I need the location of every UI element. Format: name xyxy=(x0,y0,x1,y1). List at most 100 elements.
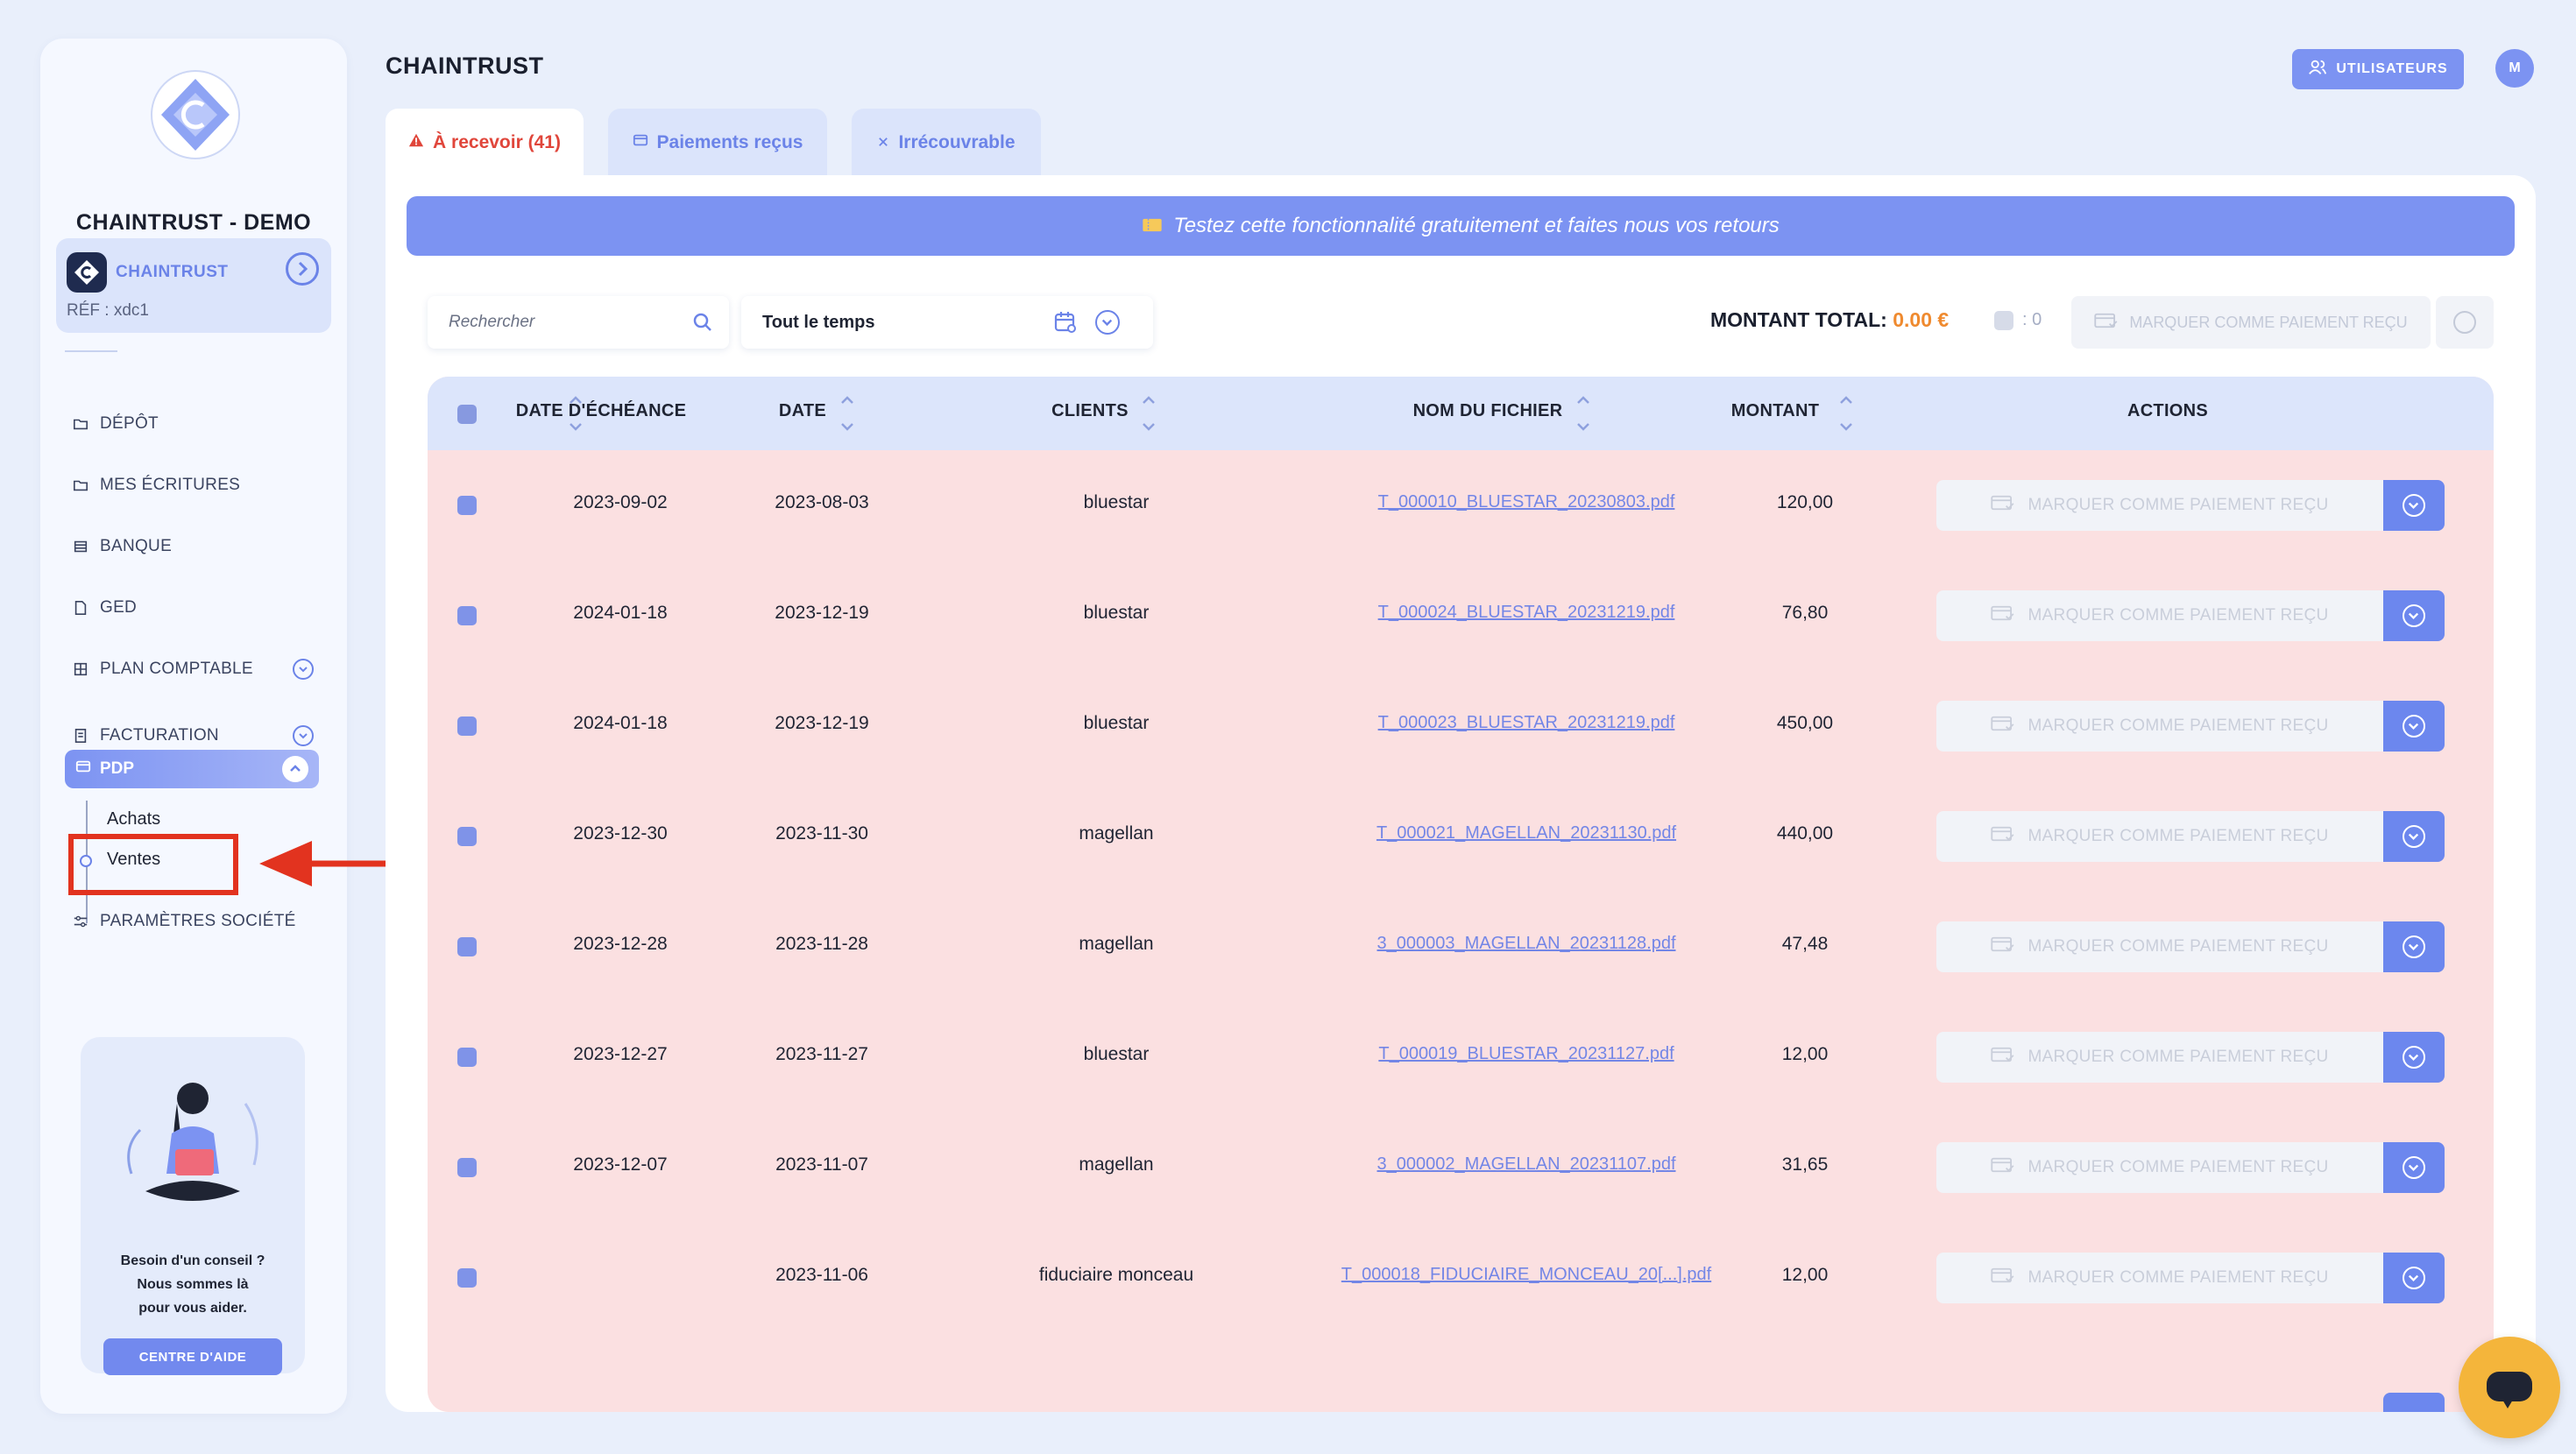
chevron-down-icon xyxy=(2453,311,2476,334)
file-link[interactable]: T_000023_BLUESTAR_20231219.pdf xyxy=(1378,713,1675,733)
sidebar-item-facturation[interactable]: FACTURATION xyxy=(72,720,331,752)
avatar[interactable]: M xyxy=(2495,49,2534,88)
row-checkbox[interactable] xyxy=(457,1048,477,1067)
select-all-checkbox[interactable] xyxy=(457,405,477,424)
total-amount: MONTANT TOTAL: 0.00 € xyxy=(1710,308,1949,332)
tab-irrecouvrable[interactable]: Irrécouvrable xyxy=(852,109,1041,177)
row-checkbox[interactable] xyxy=(457,1158,477,1177)
chevron-down-icon xyxy=(2403,825,2425,848)
mark-paid-button[interactable]: MARQUER COMME PAIEMENT REÇU xyxy=(1936,590,2383,641)
file-link[interactable]: 3_000003_MAGELLAN_20231128.pdf xyxy=(1376,934,1675,954)
bulk-mark-paid-button[interactable]: MARQUER COMME PAIEMENT REÇU xyxy=(2071,296,2431,349)
sidebar-item-depot[interactable]: DÉPÔT xyxy=(72,408,331,440)
cell-client: bluestar xyxy=(1083,1044,1150,1064)
help-card: Besoin d'un conseil ? Nous sommes là pou… xyxy=(81,1037,305,1375)
chevron-down-icon xyxy=(2403,715,2425,738)
users-icon xyxy=(2308,58,2327,81)
chevron-right-icon[interactable] xyxy=(286,252,319,286)
cell-due-date: 2023-12-07 xyxy=(573,1154,668,1175)
chevron-down-icon[interactable] xyxy=(1095,310,1120,335)
sidebar-item-label: FACTURATION xyxy=(100,726,219,745)
row-checkbox[interactable] xyxy=(457,496,477,515)
column-header-filename[interactable]: NOM DU FICHIER xyxy=(1413,401,1563,421)
cell-date: 2023-11-28 xyxy=(775,934,868,954)
cell-date: 2023-11-30 xyxy=(775,823,868,843)
chevron-up-icon[interactable] xyxy=(282,756,308,782)
tab-paiements-recus[interactable]: Paiements reçus xyxy=(608,109,827,177)
sort-icon[interactable] xyxy=(1139,391,1158,436)
column-header-clients[interactable]: CLIENTS xyxy=(1051,401,1129,421)
mark-paid-label: MARQUER COMME PAIEMENT REÇU xyxy=(2028,716,2329,735)
column-header-due-date[interactable]: DATE D'ÉCHÉANCE xyxy=(516,401,686,421)
bulk-options-button[interactable] xyxy=(2436,296,2494,349)
tab-a-recevoir[interactable]: À recevoir (41) xyxy=(386,109,584,177)
sidebar-item-parametres-societe[interactable]: PARAMÈTRES SOCIÉTÉ xyxy=(72,906,331,937)
row-options-button[interactable] xyxy=(2383,921,2445,972)
chevron-down-icon xyxy=(2403,1046,2425,1069)
row-options-button[interactable] xyxy=(2383,1253,2445,1303)
sort-icon[interactable] xyxy=(566,391,585,436)
banner-text: Testez cette fonctionnalité gratuitement… xyxy=(1173,214,1780,237)
bulk-mark-paid-label: MARQUER COMME PAIEMENT REÇU xyxy=(2129,313,2408,331)
chevron-down-icon[interactable] xyxy=(293,725,314,746)
row-checkbox[interactable] xyxy=(457,1268,477,1288)
chat-launcher[interactable] xyxy=(2459,1337,2560,1438)
mark-paid-button[interactable]: MARQUER COMME PAIEMENT REÇU xyxy=(1936,811,2383,862)
sidebar-item-banque[interactable]: BANQUE xyxy=(72,531,331,562)
sidebar-item-plan-comptable[interactable]: PLAN COMPTABLE xyxy=(72,653,331,685)
users-button[interactable]: UTILISATEURS xyxy=(2292,49,2464,89)
column-header-amount[interactable]: MONTANT xyxy=(1731,401,1820,421)
sidebar-item-pdp[interactable]: PDP xyxy=(65,750,319,788)
annotation-highlight-box xyxy=(68,834,238,895)
feature-banner: Testez cette fonctionnalité gratuitement… xyxy=(407,196,2515,256)
row-checkbox[interactable] xyxy=(457,716,477,736)
table-header: DATE D'ÉCHÉANCE DATE CLIENTS NOM DU FICH… xyxy=(428,377,2494,450)
folder-icon xyxy=(72,476,89,494)
ticket-icon xyxy=(1142,214,1163,238)
cell-amount: 440,00 xyxy=(1776,823,1834,843)
help-center-button[interactable]: CENTRE D'AIDE xyxy=(103,1338,282,1375)
cell-client: magellan xyxy=(1079,823,1154,843)
period-select[interactable]: Tout le temps xyxy=(741,296,1153,349)
search-icon[interactable] xyxy=(692,312,713,333)
search-box xyxy=(428,296,729,349)
sort-icon[interactable] xyxy=(1836,391,1856,436)
cell-amount: 47,48 xyxy=(1781,934,1829,954)
table-row: 2023-12-28 2023-11-28 magellan 3_000003_MAG… xyxy=(428,892,2494,1002)
invoices-table: DATE D'ÉCHÉANCE DATE CLIENTS NOM DU FICH… xyxy=(428,377,2494,1412)
organization-card[interactable]: CHAINTRUST RÉF : xdc1 xyxy=(56,238,331,333)
sidebar-item-mes-ecritures[interactable]: MES ÉCRITURES xyxy=(72,469,331,501)
row-options-button[interactable] xyxy=(2383,811,2445,862)
sort-icon[interactable] xyxy=(1574,391,1593,436)
row-options-button[interactable] xyxy=(2383,1142,2445,1193)
mark-paid-button[interactable]: MARQUER COMME PAIEMENT REÇU xyxy=(1936,1253,2383,1303)
sort-icon[interactable] xyxy=(838,391,857,436)
chevron-down-icon[interactable] xyxy=(293,659,314,680)
calendar-icon[interactable] xyxy=(1053,310,1078,335)
cell-amount: 31,65 xyxy=(1781,1154,1829,1175)
mark-paid-button[interactable]: MARQUER COMME PAIEMENT REÇU xyxy=(1936,480,2383,531)
mark-paid-button[interactable]: MARQUER COMME PAIEMENT REÇU xyxy=(1936,701,2383,752)
mark-paid-button[interactable]: MARQUER COMME PAIEMENT REÇU xyxy=(1936,1142,2383,1193)
row-options-button[interactable] xyxy=(2383,590,2445,641)
file-link[interactable]: T_000019_BLUESTAR_20231127.pdf xyxy=(1378,1044,1674,1064)
row-checkbox[interactable] xyxy=(457,827,477,846)
column-header-date[interactable]: DATE xyxy=(779,401,826,421)
file-link[interactable]: T_000024_BLUESTAR_20231219.pdf xyxy=(1378,603,1675,623)
file-link[interactable]: T_000018_FIDUCIAIRE_MONCEAU_20[...].pdf xyxy=(1341,1265,1711,1285)
file-link[interactable]: T_000010_BLUESTAR_20230803.pdf xyxy=(1378,492,1675,512)
row-options-button[interactable] xyxy=(2383,480,2445,531)
row-options-button[interactable] xyxy=(2383,1032,2445,1083)
mark-paid-button[interactable]: MARQUER COMME PAIEMENT REÇU xyxy=(1936,1032,2383,1083)
sidebar-item-ged[interactable]: GED xyxy=(72,592,331,624)
sidebar-subitem-achats[interactable]: Achats xyxy=(107,809,160,829)
payment-icon xyxy=(1991,494,2015,517)
row-options-button[interactable] xyxy=(2383,701,2445,752)
mark-paid-button[interactable]: MARQUER COMME PAIEMENT REÇU xyxy=(1936,921,2383,972)
search-input[interactable] xyxy=(449,296,685,349)
row-checkbox[interactable] xyxy=(457,606,477,625)
file-link[interactable]: 3_000002_MAGELLAN_20231107.pdf xyxy=(1376,1154,1675,1175)
row-checkbox[interactable] xyxy=(457,937,477,956)
cell-date: 2023-12-19 xyxy=(775,603,869,623)
file-link[interactable]: T_000021_MAGELLAN_20231130.pdf xyxy=(1376,823,1676,843)
